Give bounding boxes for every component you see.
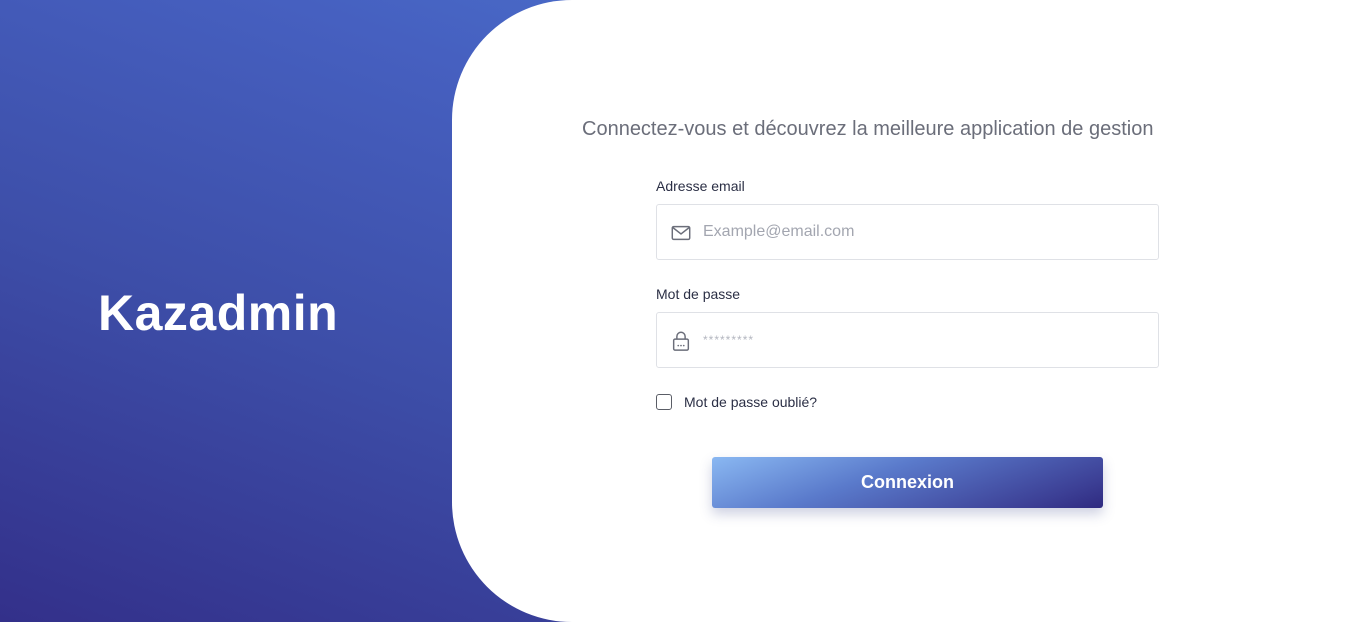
password-label: Mot de passe bbox=[656, 286, 741, 302]
login-panel: Connectez-vous et découvrez la meilleure… bbox=[452, 0, 1363, 622]
login-tagline: Connectez-vous et découvrez la meilleure… bbox=[582, 118, 1154, 140]
email-field-box[interactable] bbox=[656, 204, 1159, 260]
password-input[interactable] bbox=[703, 313, 1143, 367]
login-button[interactable]: Connexion bbox=[712, 457, 1103, 508]
password-field-box[interactable] bbox=[656, 312, 1159, 368]
login-page: Kazadmin Connectez-vous et découvrez la … bbox=[0, 0, 1363, 622]
forgot-password-row[interactable]: Mot de passe oublié? bbox=[656, 394, 817, 410]
brand-logo-text: Kazadmin bbox=[98, 285, 339, 341]
forgot-password-label[interactable]: Mot de passe oublié? bbox=[684, 394, 817, 410]
email-input[interactable] bbox=[703, 205, 1143, 259]
forgot-password-checkbox[interactable] bbox=[656, 394, 672, 410]
mail-icon bbox=[671, 225, 691, 241]
lock-icon bbox=[672, 331, 690, 351]
email-label: Adresse email bbox=[656, 178, 745, 194]
